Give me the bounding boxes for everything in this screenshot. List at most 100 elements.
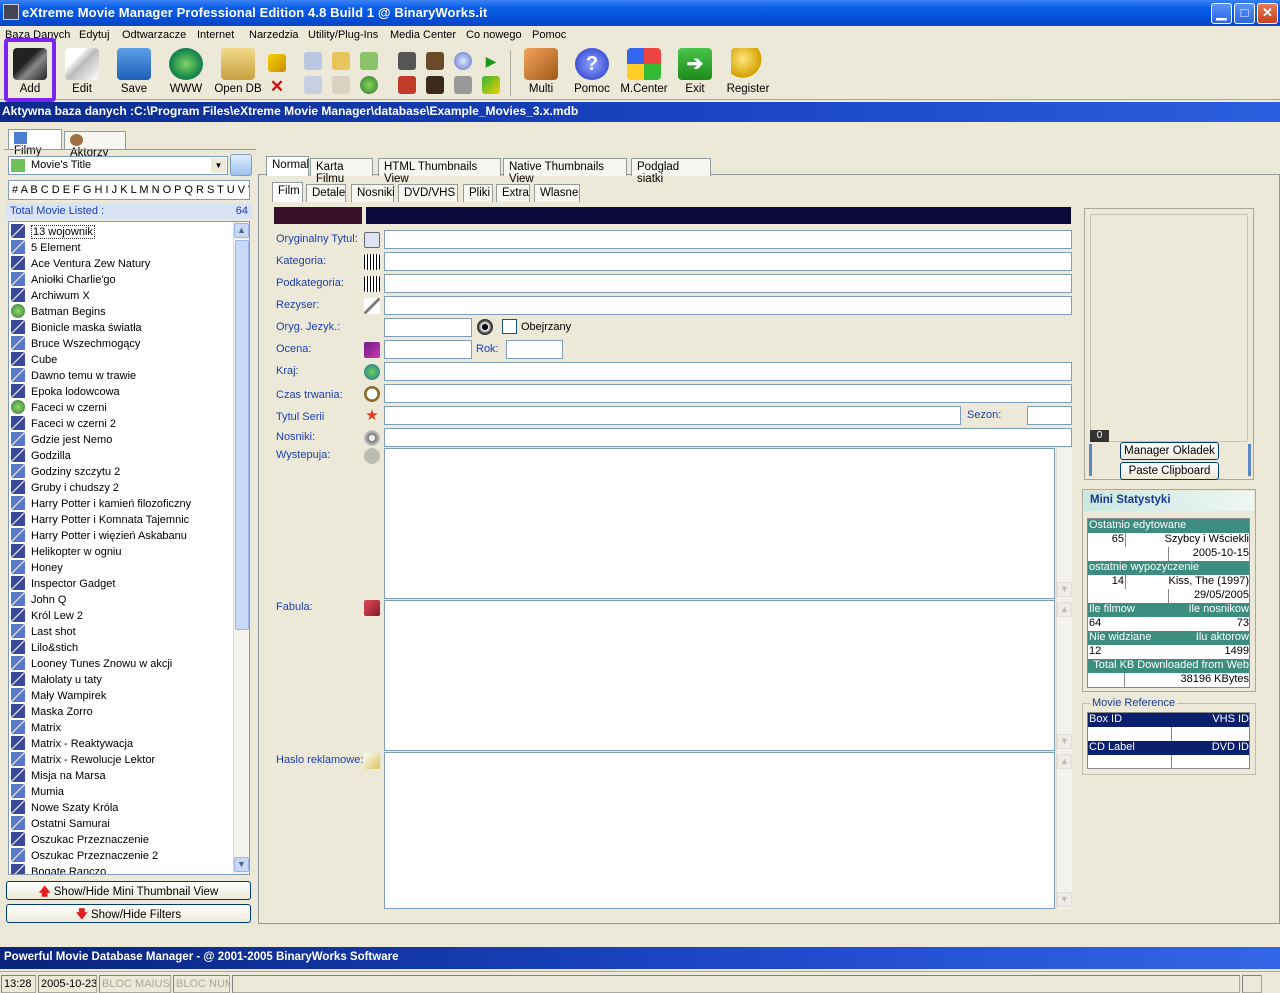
actor-icon[interactable] xyxy=(426,52,444,70)
link-icon[interactable] xyxy=(454,76,472,94)
movie-list[interactable]: 13 wojownik 5 Element Ace Ventura Zew Natu… xyxy=(8,221,250,875)
list-item[interactable]: Harry Potter i Komnata Tajemnic xyxy=(11,512,189,528)
show-hide-filters-button[interactable]: 🡇 Show/Hide Filters xyxy=(6,904,251,923)
list-item[interactable]: 13 wojownik xyxy=(11,224,95,240)
tab-dvd-vhs[interactable]: DVD/VHS xyxy=(398,184,458,202)
plot-textarea[interactable] xyxy=(384,600,1055,751)
list-item[interactable]: Oszukac Przeznaczenie xyxy=(11,832,149,848)
list-item[interactable]: Gdzie jest Nemo xyxy=(11,432,112,448)
register-button[interactable]: Register xyxy=(724,48,772,98)
scroll-up-icon[interactable]: ▲ xyxy=(1057,754,1072,769)
scroll-down-icon[interactable]: ▼ xyxy=(1057,734,1072,749)
cast-textarea[interactable] xyxy=(384,448,1055,599)
scroll-down-icon[interactable]: ▼ xyxy=(1057,892,1072,907)
language-input[interactable] xyxy=(384,318,472,337)
list-item[interactable]: Matrix - Rewolucje Lektor xyxy=(11,752,155,768)
scroll-up-icon[interactable]: ▲ xyxy=(234,223,249,238)
menu-utility-plugins[interactable]: Utility/Plug-Ins xyxy=(308,29,378,41)
tools-icon[interactable] xyxy=(398,52,416,70)
list-item[interactable]: Inspector Gadget xyxy=(11,576,115,592)
list-item[interactable]: Lilo&stich xyxy=(11,640,78,656)
menu-media-center[interactable]: Media Center xyxy=(390,29,456,41)
web-search-icon[interactable] xyxy=(360,76,378,94)
save-button[interactable]: Save xyxy=(114,48,154,98)
show-hide-thumbnail-button[interactable]: 🡅 Show/Hide Mini Thumbnail View xyxy=(6,881,251,900)
list-item[interactable]: Ostatni Samurai xyxy=(11,816,110,832)
plot-scrollbar[interactable]: ▲ ▼ xyxy=(1056,600,1072,751)
list-item[interactable]: Last shot xyxy=(11,624,76,640)
close-button[interactable]: ✕ xyxy=(1257,3,1278,24)
menu-co-nowego[interactable]: Co nowego xyxy=(466,29,522,41)
cd-label-value[interactable] xyxy=(1088,755,1172,768)
scroll-down-icon[interactable]: ▼ xyxy=(234,857,249,872)
graduation-icon[interactable] xyxy=(426,76,444,94)
list-item[interactable]: Faceci w czerni 2 xyxy=(11,416,116,432)
pencil-icon[interactable] xyxy=(268,54,286,72)
country-input[interactable] xyxy=(384,362,1072,381)
sort-field-select[interactable]: Movie's Title ▼ xyxy=(8,156,228,175)
tab-extra[interactable]: Extra xyxy=(496,184,530,202)
plugin-icon[interactable] xyxy=(482,76,500,94)
list-item[interactable]: Matrix xyxy=(11,720,61,736)
disc-icon[interactable] xyxy=(454,52,472,70)
sort-direction-button[interactable] xyxy=(230,154,252,176)
tab-aktorzy[interactable]: Aktorzy xyxy=(64,131,126,159)
tab-wlasne[interactable]: Wlasne xyxy=(534,184,580,202)
original-title-input[interactable] xyxy=(384,230,1072,249)
tab-filmy[interactable]: Filmy xyxy=(8,129,62,157)
list-item[interactable]: Nowe Szaty Króla xyxy=(11,800,118,816)
media-input[interactable] xyxy=(384,428,1072,447)
tab-detale[interactable]: Detale xyxy=(306,184,346,202)
list-item[interactable]: Misja na Marsa xyxy=(11,768,106,784)
tab-karta-filmu[interactable]: Karta Filmu xyxy=(310,158,373,185)
list-item[interactable]: Ace Ventura Zew Natury xyxy=(11,256,150,272)
duration-input[interactable] xyxy=(384,384,1072,403)
season-input[interactable] xyxy=(1027,406,1072,425)
scroll-up-icon[interactable]: ▲ xyxy=(1057,602,1072,617)
multi-button[interactable]: Multi xyxy=(520,48,562,98)
list-item[interactable]: Matrix - Reaktywacja xyxy=(11,736,133,752)
list-item[interactable]: Faceci w czerni xyxy=(11,400,107,416)
chevron-down-icon[interactable]: ▼ xyxy=(211,158,226,173)
list-item[interactable]: Małolaty u taty xyxy=(11,672,102,688)
list-item[interactable]: Bogate Ranczo xyxy=(11,864,106,874)
list-item[interactable]: Archiwum X xyxy=(11,288,90,304)
export-icon[interactable] xyxy=(304,52,322,70)
list-item[interactable]: Mały Wampirek xyxy=(11,688,106,704)
mcenter-button[interactable]: M.Center xyxy=(618,48,670,98)
rating-input[interactable] xyxy=(384,340,472,359)
tagline-textarea[interactable] xyxy=(384,752,1055,909)
menu-narzedzia[interactable]: Narzedzia xyxy=(249,29,299,41)
alphabet-filter[interactable]: # A B C D E F G H I J K L M N O P Q R S … xyxy=(8,180,250,200)
list-item[interactable]: John Q xyxy=(11,592,66,608)
list-add-icon[interactable] xyxy=(304,76,322,94)
list-item[interactable]: Batman Begins xyxy=(11,304,106,320)
watched-checkbox[interactable] xyxy=(502,319,517,334)
menu-pomoc[interactable]: Pomoc xyxy=(532,29,566,41)
scroll-thumb[interactable] xyxy=(235,240,249,630)
series-title-input[interactable] xyxy=(384,406,961,425)
delete-icon[interactable]: ✕ xyxy=(268,78,286,96)
resize-grip-icon[interactable] xyxy=(1263,975,1279,993)
play-icon[interactable]: ▶ xyxy=(482,52,500,70)
list-item[interactable]: Bruce Wszechmogący xyxy=(11,336,140,352)
list-item[interactable]: Helikopter w ogniu xyxy=(11,544,122,560)
list-item[interactable]: Honey xyxy=(11,560,63,576)
pomoc-button[interactable]: ? Pomoc xyxy=(570,48,614,98)
open-db-button[interactable]: Open DB xyxy=(214,48,262,98)
manager-okladek-button[interactable]: Manager Okladek xyxy=(1120,442,1219,460)
list-item[interactable]: Aniołki Charlie'go xyxy=(11,272,116,288)
tools2-icon[interactable] xyxy=(398,76,416,94)
cast-scrollbar[interactable]: ▼ xyxy=(1056,448,1072,599)
open-folder-icon[interactable] xyxy=(332,52,350,70)
tab-html-thumbnails[interactable]: HTML Thumbnails View xyxy=(378,158,501,185)
tab-native-thumbnails[interactable]: Native Thumbnails View xyxy=(503,158,627,185)
list-item[interactable]: Epoka lodowcowa xyxy=(11,384,120,400)
minimize-button[interactable]: ▁ xyxy=(1211,3,1232,24)
tab-normal[interactable]: Normal xyxy=(266,156,309,176)
list-scrollbar[interactable]: ▲ ▼ xyxy=(233,222,249,874)
refresh-icon[interactable] xyxy=(360,52,378,70)
list-item[interactable]: Mumia xyxy=(11,784,64,800)
box-id-value[interactable] xyxy=(1088,727,1172,741)
tab-nosniki[interactable]: Nosniki xyxy=(351,184,395,202)
